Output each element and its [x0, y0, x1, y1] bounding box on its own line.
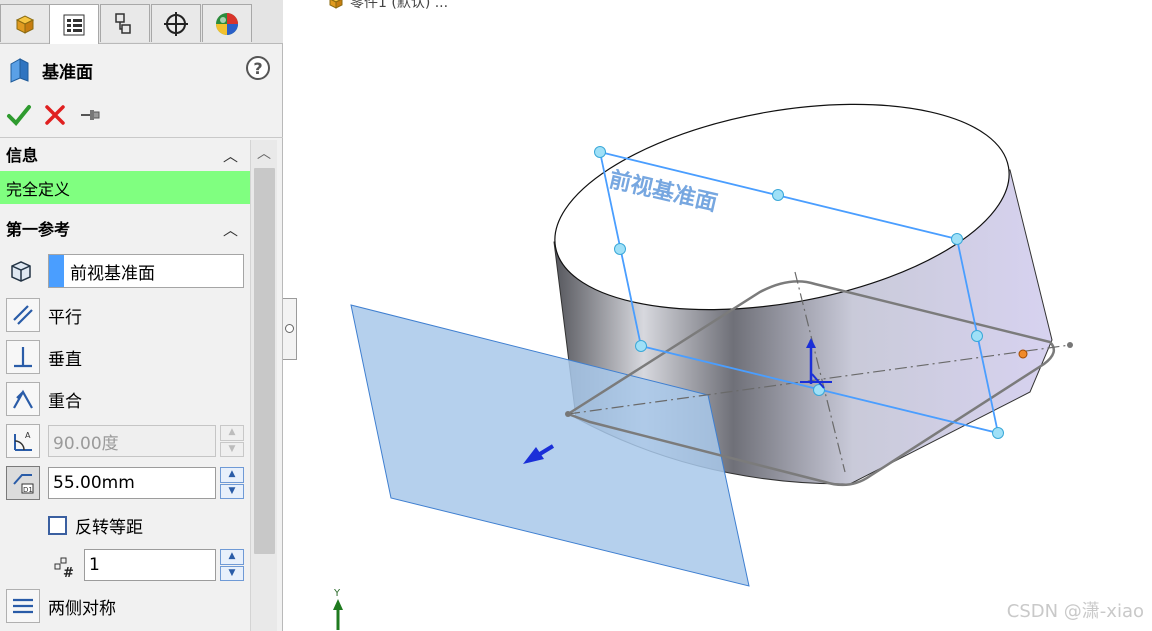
distance-input[interactable]: 55.00mm — [48, 467, 216, 499]
offset-distance-button[interactable]: D1 — [6, 466, 40, 500]
configuration-manager-icon — [115, 12, 131, 34]
option-parallel[interactable]: 平行 — [6, 298, 246, 332]
panel-scrollbar[interactable]: ︿ — [250, 140, 277, 631]
help-icon: ? — [253, 58, 263, 78]
tab-property-manager[interactable] — [49, 4, 99, 44]
property-manager-icon — [63, 14, 85, 35]
info-section-title: 信息 — [6, 146, 39, 165]
svg-text:D1: D1 — [23, 486, 33, 494]
spin-up-icon[interactable]: ▲ — [220, 425, 244, 441]
reference-selection-icon — [11, 261, 31, 282]
parallel-button[interactable] — [6, 298, 40, 332]
divider — [0, 137, 283, 138]
perpendicular-button[interactable] — [6, 340, 40, 374]
mid-plane-icon — [13, 598, 33, 614]
pushpin-icon[interactable] — [78, 102, 104, 128]
spin-up-icon[interactable]: ▲ — [220, 467, 244, 483]
svg-text:#: # — [63, 566, 74, 581]
display-manager-icon — [216, 12, 238, 35]
instances-value: 1 — [89, 555, 100, 575]
mid-plane-label: 两侧对称 — [48, 598, 116, 619]
property-manager-panel: 基准面 ? 信息 ︿ 完全定义 第一参考 ︿ 前视基准面 平行 垂直 重合 A … — [0, 0, 283, 631]
ok-check-icon[interactable] — [6, 102, 32, 128]
sketch-point-highlight[interactable] — [1018, 349, 1028, 359]
angle-icon: A — [14, 431, 32, 451]
selection-color-swatch — [49, 255, 64, 287]
tab-display-manager[interactable] — [202, 4, 252, 42]
info-section-header[interactable]: 信息 ︿ — [0, 140, 250, 168]
view-triad-icon: Y — [333, 588, 343, 630]
checkbox-box[interactable] — [48, 515, 67, 535]
angle-button[interactable]: A — [6, 424, 40, 458]
angle-input[interactable]: 90.00度 — [48, 425, 216, 457]
svg-text:A: A — [25, 431, 31, 440]
tab-feature-manager[interactable] — [0, 4, 50, 42]
offset-distance-icon: D1 — [13, 474, 34, 494]
flip-offset-checkbox[interactable]: 反转等距 — [48, 514, 143, 538]
distance-value: 55.00mm — [53, 473, 135, 493]
spin-down-icon[interactable]: ▼ — [220, 483, 244, 499]
confirm-toolbar — [6, 100, 104, 130]
status-message: 完全定义 — [0, 171, 250, 204]
tab-configuration-manager[interactable] — [100, 4, 150, 42]
mid-plane-button[interactable] — [6, 589, 40, 623]
spin-down-icon[interactable]: ▼ — [220, 441, 244, 457]
help-button[interactable]: ? — [246, 56, 270, 80]
flip-offset-label: 反转等距 — [75, 517, 143, 538]
manager-tabs — [0, 0, 283, 44]
distance-spinner[interactable]: ▲ ▼ — [220, 467, 244, 499]
angle-value: 90.00度 — [53, 433, 119, 454]
perpendicular-icon — [14, 347, 32, 368]
option-coincident[interactable]: 重合 — [6, 382, 246, 416]
coincident-icon — [13, 389, 33, 409]
collapse-chevron-icon[interactable]: ︿ — [223, 219, 238, 240]
option-perpendicular[interactable]: 垂直 — [6, 340, 246, 374]
reference-value: 前视基准面 — [70, 263, 155, 284]
reference-selection-box[interactable]: 前视基准面 — [48, 254, 244, 288]
triad-y-label: Y — [333, 588, 341, 599]
graphics-area[interactable]: 零件1 (默认) ... 前视基准面 Y CSDN @潇-xiao — [298, 0, 1152, 631]
sketch-point[interactable] — [1067, 342, 1073, 348]
coincident-button[interactable] — [6, 382, 40, 416]
watermark: CSDN @潇-xiao — [1006, 601, 1144, 622]
option-mid-plane[interactable]: 两侧对称 — [6, 589, 246, 623]
parallel-icon — [13, 305, 33, 325]
dimxpert-icon — [164, 11, 188, 36]
feature-manager-icon — [15, 14, 35, 34]
splitter-grip-icon — [285, 324, 294, 333]
page-title: 基准面 — [42, 62, 93, 83]
first-reference-title: 第一参考 — [6, 220, 71, 239]
cancel-x-icon[interactable] — [42, 102, 68, 128]
instances-icon: # — [54, 557, 74, 581]
instances-spinner[interactable]: ▲ ▼ — [220, 549, 244, 581]
sketch-point[interactable] — [565, 411, 571, 417]
spin-down-icon[interactable]: ▼ — [220, 565, 244, 581]
coincident-label: 重合 — [48, 391, 82, 412]
collapse-chevron-icon[interactable]: ︿ — [223, 145, 238, 166]
model-scene[interactable]: 前视基准面 — [298, 0, 1152, 631]
instances-input[interactable]: 1 — [84, 549, 216, 581]
property-manager-header: 基准面 ? — [8, 54, 276, 86]
status-text: 完全定义 — [6, 179, 71, 199]
perpendicular-label: 垂直 — [48, 349, 82, 370]
panel-splitter-handle[interactable] — [283, 298, 297, 360]
spin-up-icon[interactable]: ▲ — [220, 549, 244, 565]
parallel-label: 平行 — [48, 307, 82, 328]
tab-dimxpert-manager[interactable] — [151, 4, 201, 42]
angle-spinner[interactable]: ▲ ▼ — [220, 425, 244, 457]
first-reference-header[interactable]: 第一参考 ︿ — [0, 214, 250, 242]
scroll-up-icon[interactable]: ︿ — [251, 140, 277, 166]
plane-feature-icon — [10, 58, 29, 83]
scroll-thumb[interactable] — [254, 168, 275, 554]
